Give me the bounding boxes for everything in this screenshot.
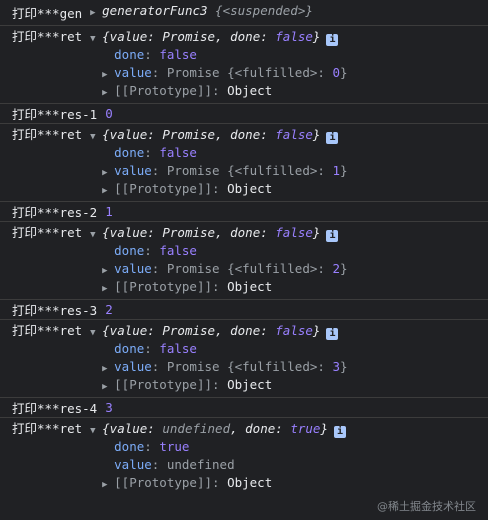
log-value: 3 [105,400,113,415]
console-message-res: 打印***res-1 0 [0,104,488,124]
generator-object[interactable]: ▶ generatorFunc3 {<suspended>} [90,3,313,18]
triangle-right-icon[interactable]: ▶ [102,280,114,298]
watermark: @稀土掘金技术社区 [377,500,476,513]
log-label: 打印***gen [12,6,83,21]
prop-key-prototype: [[Prototype]] [114,377,212,392]
log-label: 打印***res-3 [12,303,98,318]
triangle-right-icon[interactable]: ▶ [102,476,114,494]
triangle-right-icon[interactable]: ▶ [90,8,102,18]
log-label: 打印***ret [12,29,83,44]
prototype-value: Object [227,83,273,98]
prop-key-value: value [114,163,152,178]
log-label: 打印***ret [12,323,83,338]
prop-key-prototype: [[Prototype]] [114,181,212,196]
summary-value: undefined [162,421,231,436]
info-icon[interactable]: i [326,328,339,340]
prototype-value: Object [227,279,273,294]
log-label: 打印***ret [12,225,83,240]
prop-key-prototype: [[Prototype]] [114,83,212,98]
log-value: 0 [105,106,113,121]
prototype-value: Object [227,475,273,490]
generator-state: {<suspended>} [215,3,313,18]
summary-value: Promise [162,225,216,240]
console-message-ret: 打印***ret ▼ {value: Promise, done: false} i… [0,124,488,202]
console-message-ret: 打印***ret ▼ {value: Promise, done: false} i… [0,222,488,300]
summary-done: false [275,225,313,240]
console-message-gen: 打印***gen ▶ generatorFunc3 {<suspended>} [0,0,488,26]
console-message-res: 打印***res-3 2 [0,300,488,320]
triangle-right-icon[interactable]: ▶ [102,378,114,396]
prop-val-done: false [159,47,197,62]
summary-done: false [275,323,313,338]
triangle-down-icon[interactable]: ▼ [90,422,102,440]
object-tree[interactable]: ▼ {value: Promise, done: false} i done: fa… [90,224,347,296]
prop-key-done: done [114,341,145,356]
value-undefined: undefined [166,457,235,472]
prop-val-done: false [159,341,197,356]
log-label: 打印***res-1 [12,107,98,122]
info-icon[interactable]: i [326,132,339,144]
fulfilled-value: 3 [332,359,340,374]
summary-done: true [290,421,321,436]
info-icon[interactable]: i [333,426,346,438]
generator-name: generatorFunc3 [102,3,208,18]
summary-value: Promise [162,29,216,44]
prop-val-done: false [159,145,197,160]
console-message-res: 打印***res-4 3 [0,398,488,418]
object-tree[interactable]: ▼ {value: Promise, done: false} i done: fa… [90,28,347,100]
triangle-right-icon[interactable]: ▶ [102,182,114,200]
console-message-ret: 打印***ret ▼ {value: Promise, done: false} i… [0,320,488,398]
object-tree[interactable]: ▼ {value: Promise, done: false} i done: fa… [90,126,347,198]
info-icon[interactable]: i [326,34,339,46]
prop-key-done: done [114,439,145,454]
console-message-ret: 打印***ret ▼ {value: Promise, done: false} i… [0,26,488,104]
prop-key-value: value [114,65,152,80]
object-tree[interactable]: ▼ {value: undefined, done: true} i done: t… [90,420,346,492]
prop-key-value: value [114,261,152,276]
log-label: 打印***ret [12,421,83,436]
prop-val-done: true [159,439,190,454]
console-message-ret: 打印***ret ▼ {value: undefined, done: true}… [0,418,488,495]
prop-key-value: value [114,359,152,374]
prop-key-value: value [114,457,152,472]
summary-value: Promise [162,323,216,338]
summary-value: Promise [162,127,216,142]
triangle-down-icon[interactable]: ▼ [90,30,102,48]
prop-key-prototype: [[Prototype]] [114,279,212,294]
triangle-down-icon[interactable]: ▼ [90,324,102,342]
fulfilled-value: 2 [332,261,340,276]
console-message-res: 打印***res-2 1 [0,202,488,222]
prop-key-prototype: [[Prototype]] [114,475,212,490]
log-value: 2 [105,302,113,317]
prototype-value: Object [227,181,273,196]
fulfilled-value: 0 [332,65,340,80]
fulfilled-value: 1 [332,163,340,178]
prop-key-done: done [114,145,145,160]
log-label: 打印***ret [12,127,83,142]
summary-done: false [275,29,313,44]
triangle-down-icon[interactable]: ▼ [90,226,102,244]
object-tree[interactable]: ▼ {value: Promise, done: false} i done: fa… [90,322,347,394]
summary-done: false [275,127,313,142]
prototype-value: Object [227,377,273,392]
prop-key-done: done [114,243,145,258]
log-label: 打印***res-2 [12,205,98,220]
prop-val-done: false [159,243,197,258]
triangle-right-icon[interactable]: ▶ [102,84,114,102]
prop-key-done: done [114,47,145,62]
triangle-down-icon[interactable]: ▼ [90,128,102,146]
info-icon[interactable]: i [326,230,339,242]
log-value: 1 [105,204,113,219]
console-log: 打印***gen ▶ generatorFunc3 {<suspended>} 打… [0,0,488,495]
log-label: 打印***res-4 [12,401,98,416]
